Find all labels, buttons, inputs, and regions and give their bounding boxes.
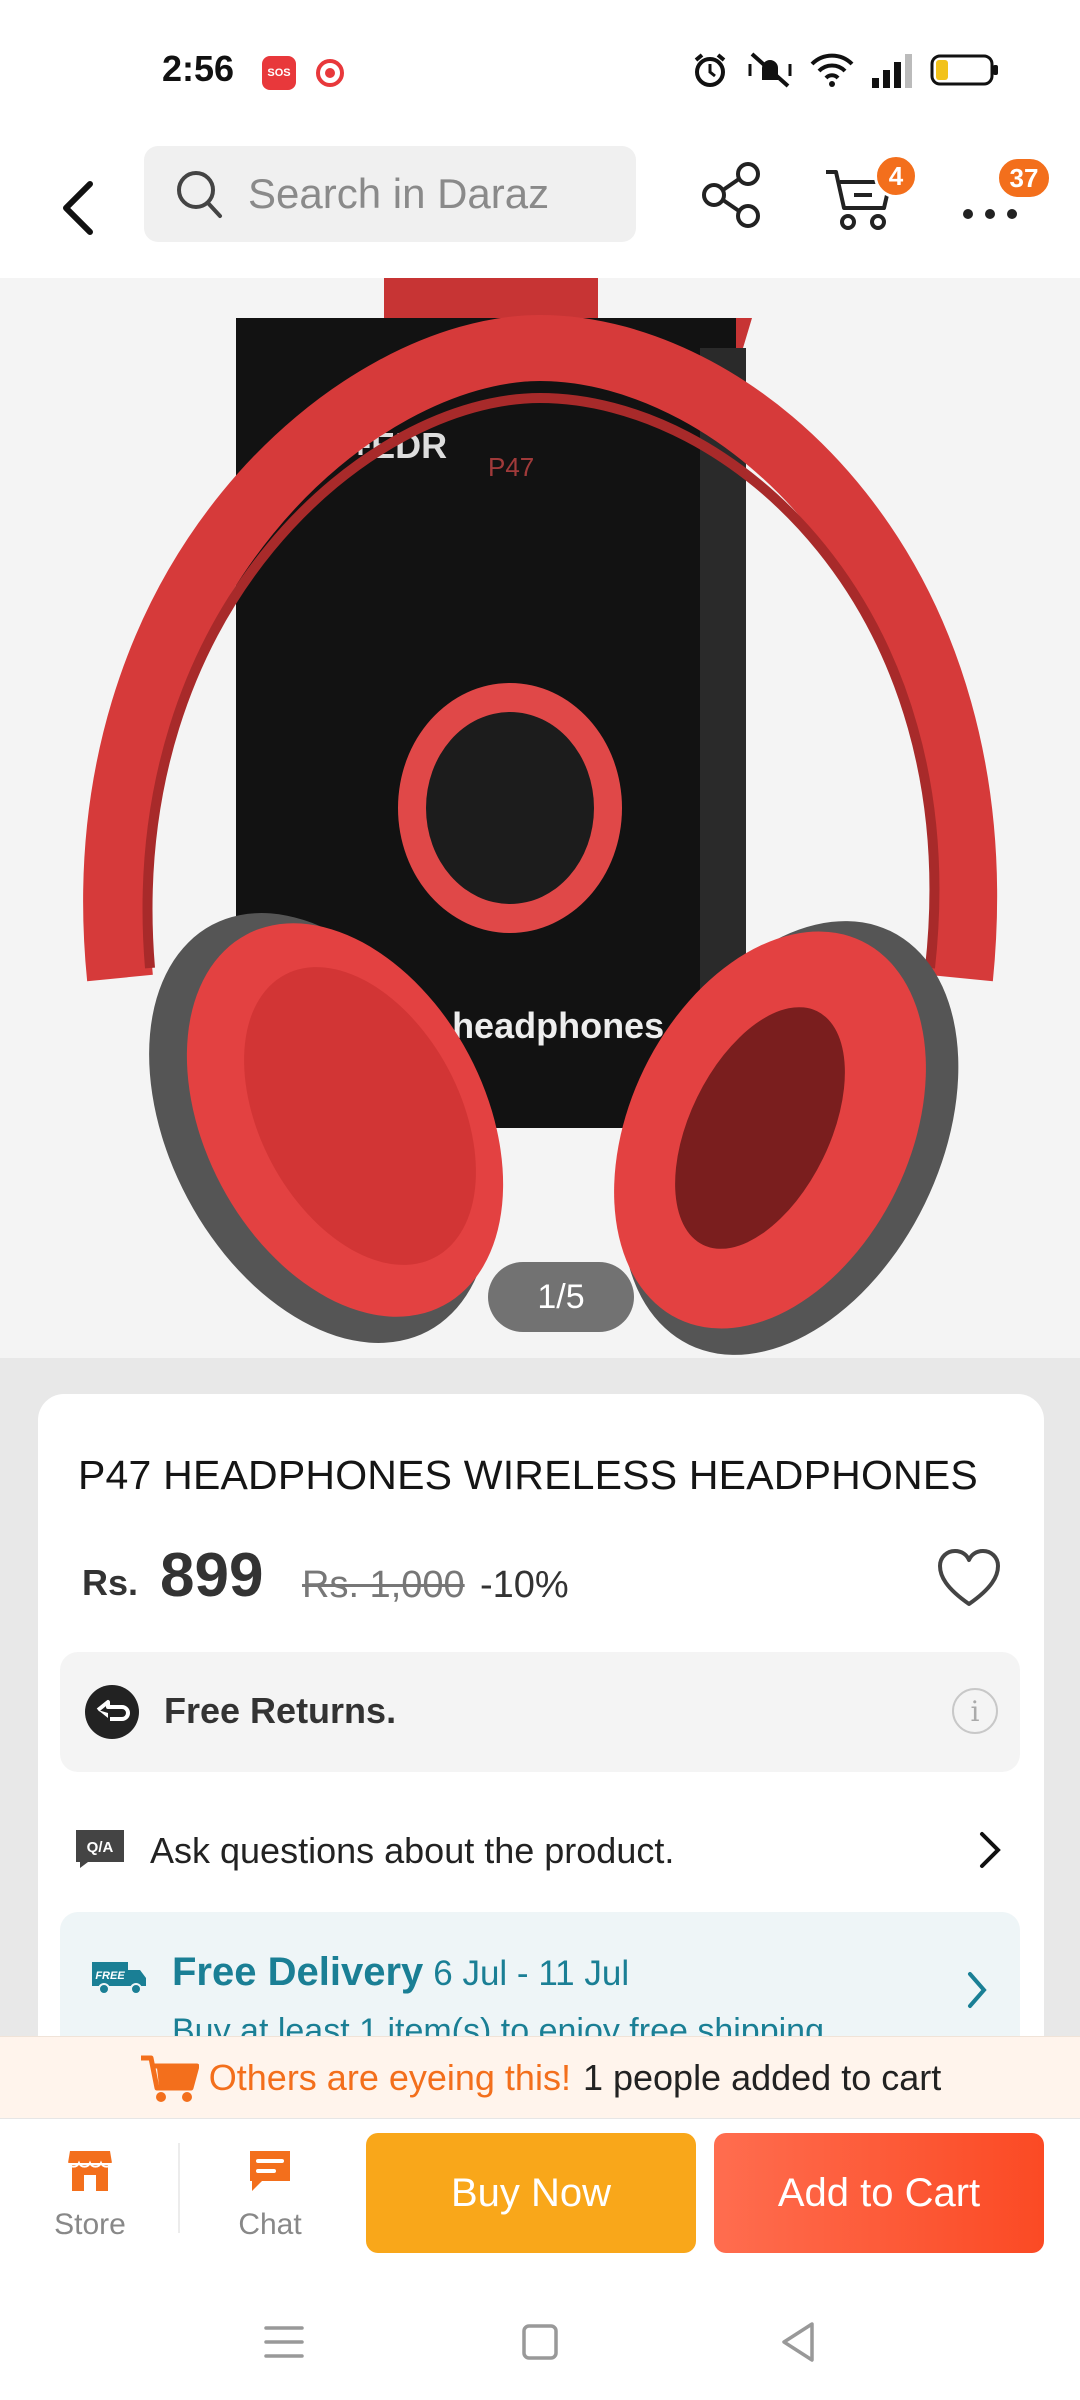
- original-price: Rs. 1,000: [302, 1564, 465, 1606]
- search-input[interactable]: Search in Daraz: [144, 146, 636, 242]
- free-returns-label: Free Returns.: [164, 1690, 397, 1731]
- more-badge: 37: [996, 156, 1052, 200]
- free-delivery-row[interactable]: FREE Free Delivery 6 Jul - 11 Jul Buy at …: [60, 1912, 1020, 2042]
- notification-ring-icon: [316, 59, 344, 87]
- system-nav-bar: [0, 2278, 1080, 2400]
- store-label: Store: [54, 2208, 126, 2241]
- top-header: Search in Daraz 4 37: [0, 140, 1080, 278]
- delivery-truck-icon: FREE: [92, 1962, 146, 1995]
- store-icon: [67, 2151, 113, 2191]
- qa-icon: Q/A: [76, 1830, 124, 1868]
- price-currency: Rs.: [82, 1562, 139, 1603]
- wifi-icon: [810, 53, 854, 87]
- eyeing-highlight: Others are eyeing this!: [208, 2056, 571, 2098]
- ask-questions-label: Ask questions about the product.: [150, 1830, 675, 1871]
- search-icon: [177, 171, 222, 218]
- discount-percent: -10%: [480, 1564, 569, 1606]
- search-placeholder: Search in Daraz: [248, 170, 550, 217]
- image-counter: 1/5: [488, 1262, 634, 1332]
- status-time: 2:56: [162, 48, 235, 89]
- chat-button[interactable]: Chat: [210, 2147, 330, 2257]
- back-button[interactable]: [50, 168, 106, 248]
- social-proof-bar: Others are eyeing this! 1 people added t…: [0, 2036, 1080, 2118]
- delivery-dates: 6 Jul - 11 Jul: [433, 1954, 630, 1993]
- cart-badge: 4: [874, 154, 918, 198]
- free-badge-text: FREE: [95, 1970, 125, 1982]
- ask-questions-row[interactable]: Q/A Ask questions about the product.: [60, 1800, 1020, 1900]
- chat-icon: [250, 2151, 290, 2191]
- status-icons: [690, 50, 1000, 90]
- cart-icon: [140, 2055, 199, 2102]
- home-square-icon[interactable]: [510, 2312, 570, 2372]
- chevron-right-icon: [980, 1832, 1001, 1868]
- bottom-action-bar: Store Chat Buy Now Add to Cart: [0, 2118, 1080, 2278]
- free-delivery-label: Free Delivery: [172, 1950, 424, 1994]
- product-image: 5.0+EDR P47 less headphones: [0, 278, 1080, 1358]
- share-icon[interactable]: [700, 160, 764, 230]
- back-triangle-icon[interactable]: [770, 2312, 830, 2372]
- sos-icon: SOS: [262, 56, 296, 90]
- cart-button[interactable]: 4: [824, 154, 918, 234]
- menu-icon[interactable]: [254, 2312, 314, 2372]
- chevron-left-icon: [63, 181, 93, 235]
- free-delivery-title: Free Delivery 6 Jul - 11 Jul: [172, 1950, 629, 1995]
- add-to-cart-button[interactable]: Add to Cart: [714, 2133, 1044, 2253]
- more-button[interactable]: 37: [960, 156, 1052, 236]
- status-bar: 2:56 SOS: [0, 0, 1080, 140]
- product-image-gallery[interactable]: 5.0+EDR P47 less headphones 1/5: [0, 278, 1080, 1358]
- buy-now-button[interactable]: Buy Now: [366, 2133, 696, 2253]
- product-price: 899: [160, 1541, 264, 1610]
- return-arrow-icon: [85, 1685, 139, 1739]
- divider: [178, 2143, 180, 2233]
- store-button[interactable]: Store: [30, 2147, 150, 2257]
- eyeing-text: 1 people added to cart: [582, 2056, 942, 2098]
- mute-vibrate-icon: [748, 52, 792, 88]
- signal-icon: [872, 54, 912, 88]
- product-title: P47 HEADPHONES WIRELESS HEADPHONES: [78, 1452, 978, 1498]
- battery-icon: [930, 54, 998, 86]
- chevron-right-icon: [968, 1972, 987, 2008]
- chat-label: Chat: [238, 2208, 302, 2241]
- info-icon[interactable]: i: [952, 1688, 998, 1734]
- free-returns-row[interactable]: Free Returns. i: [60, 1652, 1020, 1772]
- qa-badge-text: Q/A: [87, 1839, 114, 1856]
- heart-icon[interactable]: [936, 1548, 1002, 1610]
- box-model-text: P47: [488, 452, 534, 482]
- alarm-icon: [694, 53, 726, 87]
